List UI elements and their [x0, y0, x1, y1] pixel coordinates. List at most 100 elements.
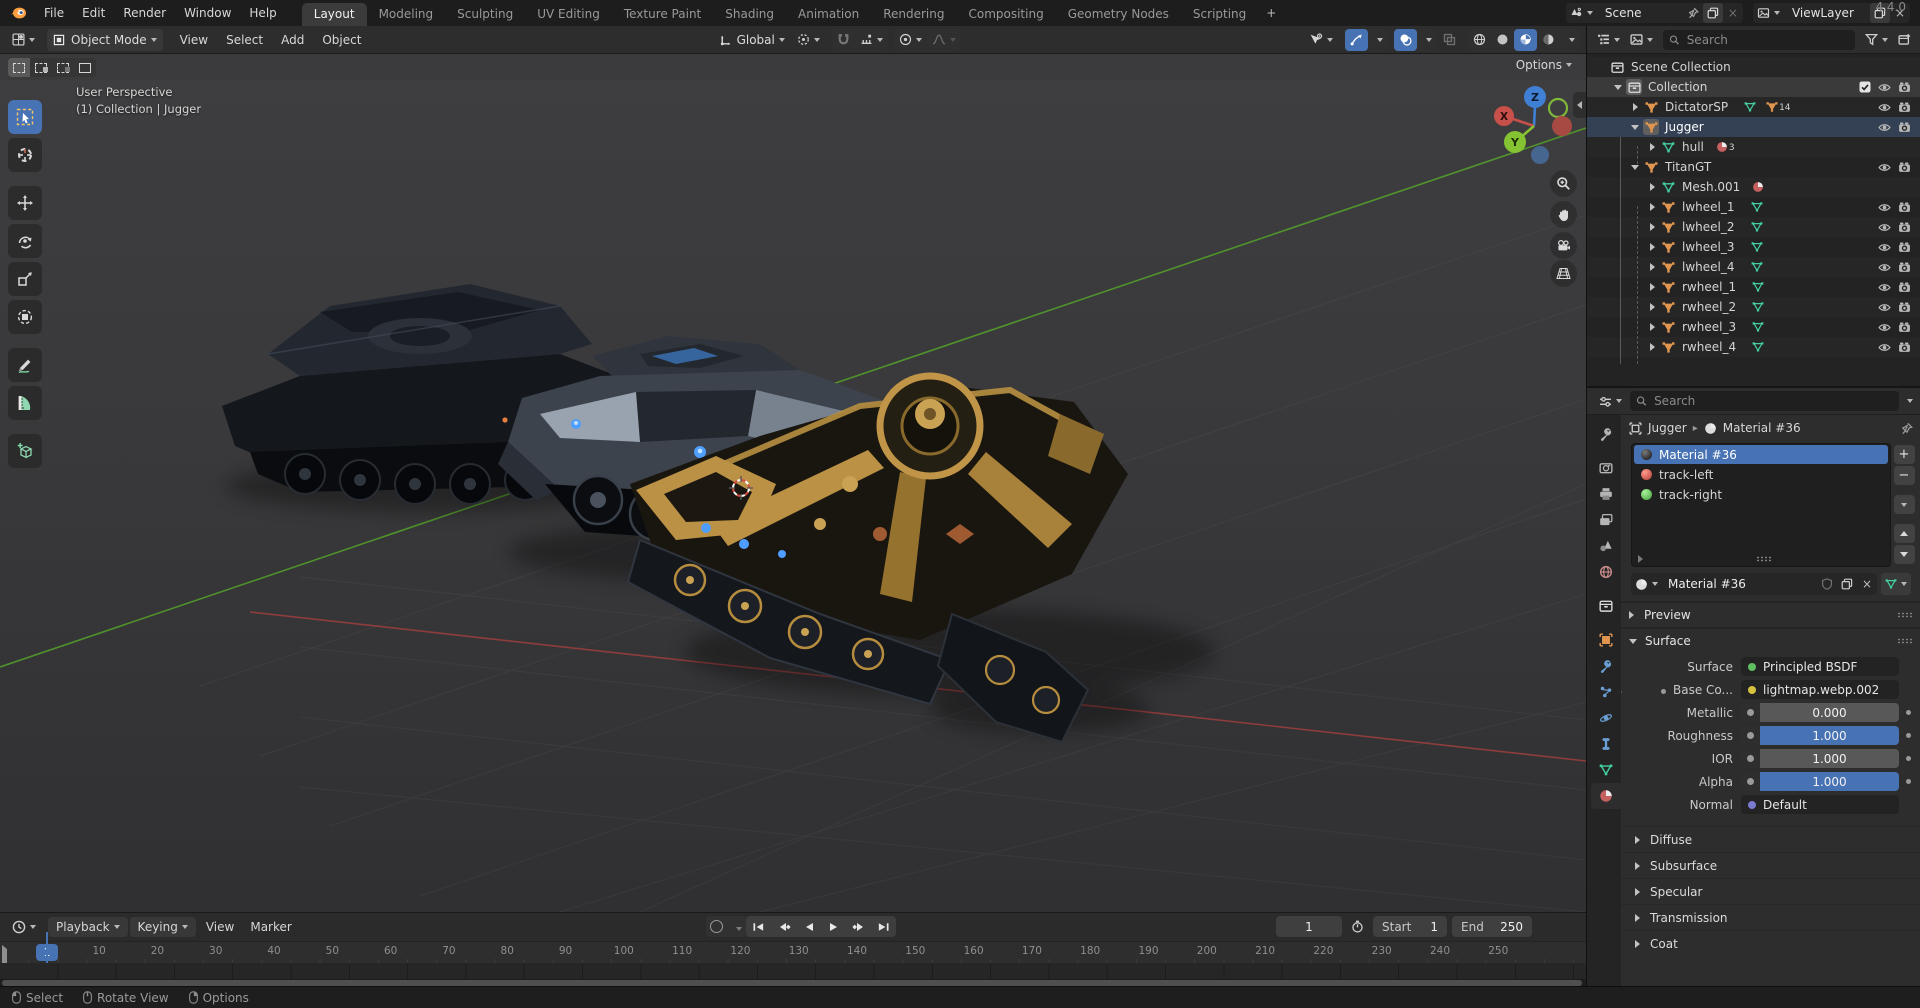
tool-move[interactable] — [8, 186, 42, 220]
select-mode-invert[interactable] — [74, 58, 96, 77]
viewport-3d[interactable]: Options User Perspective (1) Collection … — [0, 54, 1586, 912]
collapsed-panel-header[interactable]: Transmission — [1621, 904, 1920, 930]
hide-eye-toggle[interactable] — [1878, 81, 1891, 94]
new-collection-button[interactable] — [1894, 30, 1915, 50]
tab-output[interactable] — [1591, 481, 1621, 507]
disable-render-toggle[interactable] — [1898, 301, 1911, 314]
xray-toggle[interactable] — [1437, 29, 1462, 51]
camera-view-button[interactable] — [1550, 232, 1577, 259]
outliner-row[interactable]: hull 3 3 — [1587, 137, 1920, 157]
duplicate-material-button[interactable] — [1837, 574, 1857, 594]
hide-eye-toggle[interactable] — [1878, 321, 1891, 334]
collection-checkbox[interactable] — [1859, 81, 1871, 93]
topbar-menu-item[interactable]: Window — [175, 2, 240, 24]
list-resize-grip[interactable] — [1756, 556, 1772, 562]
surface-panel-header[interactable]: Surface — [1621, 629, 1920, 653]
move-slot-up-button[interactable] — [1894, 524, 1915, 543]
tool-add-cube[interactable] — [8, 434, 42, 468]
navigation-gizmo[interactable]: Z X Y — [1488, 82, 1584, 178]
hide-eye-toggle[interactable] — [1878, 341, 1891, 354]
animate-dot[interactable] — [1906, 733, 1911, 738]
breadcrumb-data[interactable]: Material #36 — [1723, 421, 1801, 435]
current-frame-field[interactable]: 1 — [1276, 916, 1342, 937]
unlink-material-button[interactable]: × — [1857, 577, 1877, 591]
disable-render-toggle[interactable] — [1898, 281, 1911, 294]
tab-modifiers[interactable] — [1591, 653, 1621, 679]
socket-button[interactable] — [1741, 772, 1760, 791]
remove-slot-button[interactable]: − — [1894, 466, 1915, 485]
hide-eye-toggle[interactable] — [1878, 101, 1891, 114]
tab-scene[interactable] — [1591, 533, 1621, 559]
expand-arrow-icon[interactable] — [1646, 201, 1660, 213]
normal-field[interactable]: Default — [1741, 795, 1899, 814]
timeline-editor-type-button[interactable] — [6, 916, 42, 938]
viewlayer-name[interactable]: ViewLayer — [1784, 6, 1870, 20]
tool-scale[interactable] — [8, 262, 42, 296]
ortho-toggle-button[interactable] — [1550, 260, 1577, 287]
hide-eye-toggle[interactable] — [1878, 261, 1891, 274]
tab-particles[interactable] — [1591, 679, 1621, 705]
timeline-menu-item[interactable]: View — [198, 917, 242, 937]
viewport-menu-item[interactable]: Select — [217, 30, 272, 50]
expand-arrow-icon[interactable] — [1646, 261, 1660, 273]
proportional-falloff-dropdown[interactable] — [927, 29, 961, 51]
hide-eye-toggle[interactable] — [1878, 221, 1891, 234]
material-slot[interactable]: track-left — [1634, 465, 1888, 484]
disable-render-toggle[interactable] — [1898, 101, 1911, 114]
expand-arrow-icon[interactable] — [1646, 181, 1660, 193]
jump-to-end-button[interactable] — [871, 916, 896, 937]
workspace-tab[interactable]: Shading — [713, 3, 786, 26]
outliner-row[interactable]: TitanGT — [1587, 157, 1920, 177]
expand-arrow-icon[interactable] — [1629, 161, 1643, 173]
hide-eye-toggle[interactable] — [1878, 121, 1891, 134]
tool-select-box[interactable] — [8, 100, 42, 134]
outliner-row[interactable]: rwheel_1 — [1587, 277, 1920, 297]
value-slider[interactable]: 1.000 — [1741, 726, 1899, 745]
socket-button[interactable] — [1741, 703, 1760, 722]
frame-start-field[interactable]: Start 1 — [1373, 916, 1447, 937]
disable-render-toggle[interactable] — [1898, 341, 1911, 354]
disable-render-toggle[interactable] — [1898, 201, 1911, 214]
socket-button[interactable] — [1741, 749, 1760, 768]
gizmo-axis-y-neg[interactable] — [1549, 99, 1567, 117]
outliner-row[interactable]: Collection — [1587, 77, 1920, 97]
new-scene-button[interactable] — [1703, 3, 1723, 23]
material-slot[interactable]: Material #36 — [1634, 445, 1888, 464]
tool-measure[interactable] — [8, 386, 42, 420]
workspace-tab[interactable]: Compositing — [956, 3, 1055, 26]
tab-tool[interactable] — [1591, 421, 1621, 447]
expand-arrow-icon[interactable] — [1646, 141, 1660, 153]
outliner-search-input[interactable] — [1685, 32, 1849, 48]
scene-browse-button[interactable] — [1566, 3, 1597, 23]
disable-render-toggle[interactable] — [1898, 221, 1911, 234]
scene-name[interactable]: Scene — [1597, 6, 1683, 20]
material-slot[interactable]: track-right — [1634, 485, 1888, 504]
outliner-row[interactable]: DictatorSP 14 14 — [1587, 97, 1920, 117]
show-overlays-toggle[interactable] — [1394, 29, 1417, 51]
expand-arrow-icon[interactable] — [1646, 241, 1660, 253]
gizmo-axis-x-neg[interactable] — [1552, 116, 1572, 136]
hide-eye-toggle[interactable] — [1878, 161, 1891, 174]
properties-editor-type-button[interactable] — [1595, 391, 1626, 411]
timeline-menu-item[interactable]: Marker — [242, 917, 299, 937]
snap-toggle[interactable] — [832, 29, 855, 51]
pivot-point-dropdown[interactable] — [791, 29, 826, 51]
outliner-row[interactable]: lwheel_1 — [1587, 197, 1920, 217]
workspace-tab[interactable]: Modeling — [367, 3, 446, 26]
breadcrumb-object[interactable]: Jugger — [1648, 421, 1687, 435]
outliner-row[interactable]: Mesh.001 — [1587, 177, 1920, 197]
hide-eye-toggle[interactable] — [1878, 201, 1891, 214]
outliner-filter-button[interactable] — [1861, 30, 1892, 50]
outliner-row[interactable]: rwheel_4 — [1587, 337, 1920, 357]
shading-solid-button[interactable] — [1491, 29, 1514, 51]
frame-end-field[interactable]: End 250 — [1452, 916, 1532, 937]
workspace-tab[interactable]: Animation — [786, 3, 871, 26]
outliner-search[interactable] — [1663, 30, 1855, 50]
select-mode-subtract[interactable] — [52, 58, 74, 77]
expand-arrow-icon[interactable] — [1646, 321, 1660, 333]
tool-rotate[interactable] — [8, 224, 42, 258]
select-mode-set[interactable] — [8, 58, 30, 77]
mode-dropdown[interactable]: Object Mode — [47, 29, 163, 51]
value-slider[interactable]: 1.000 — [1741, 772, 1899, 791]
preview-range-toggle[interactable] — [1347, 917, 1368, 937]
